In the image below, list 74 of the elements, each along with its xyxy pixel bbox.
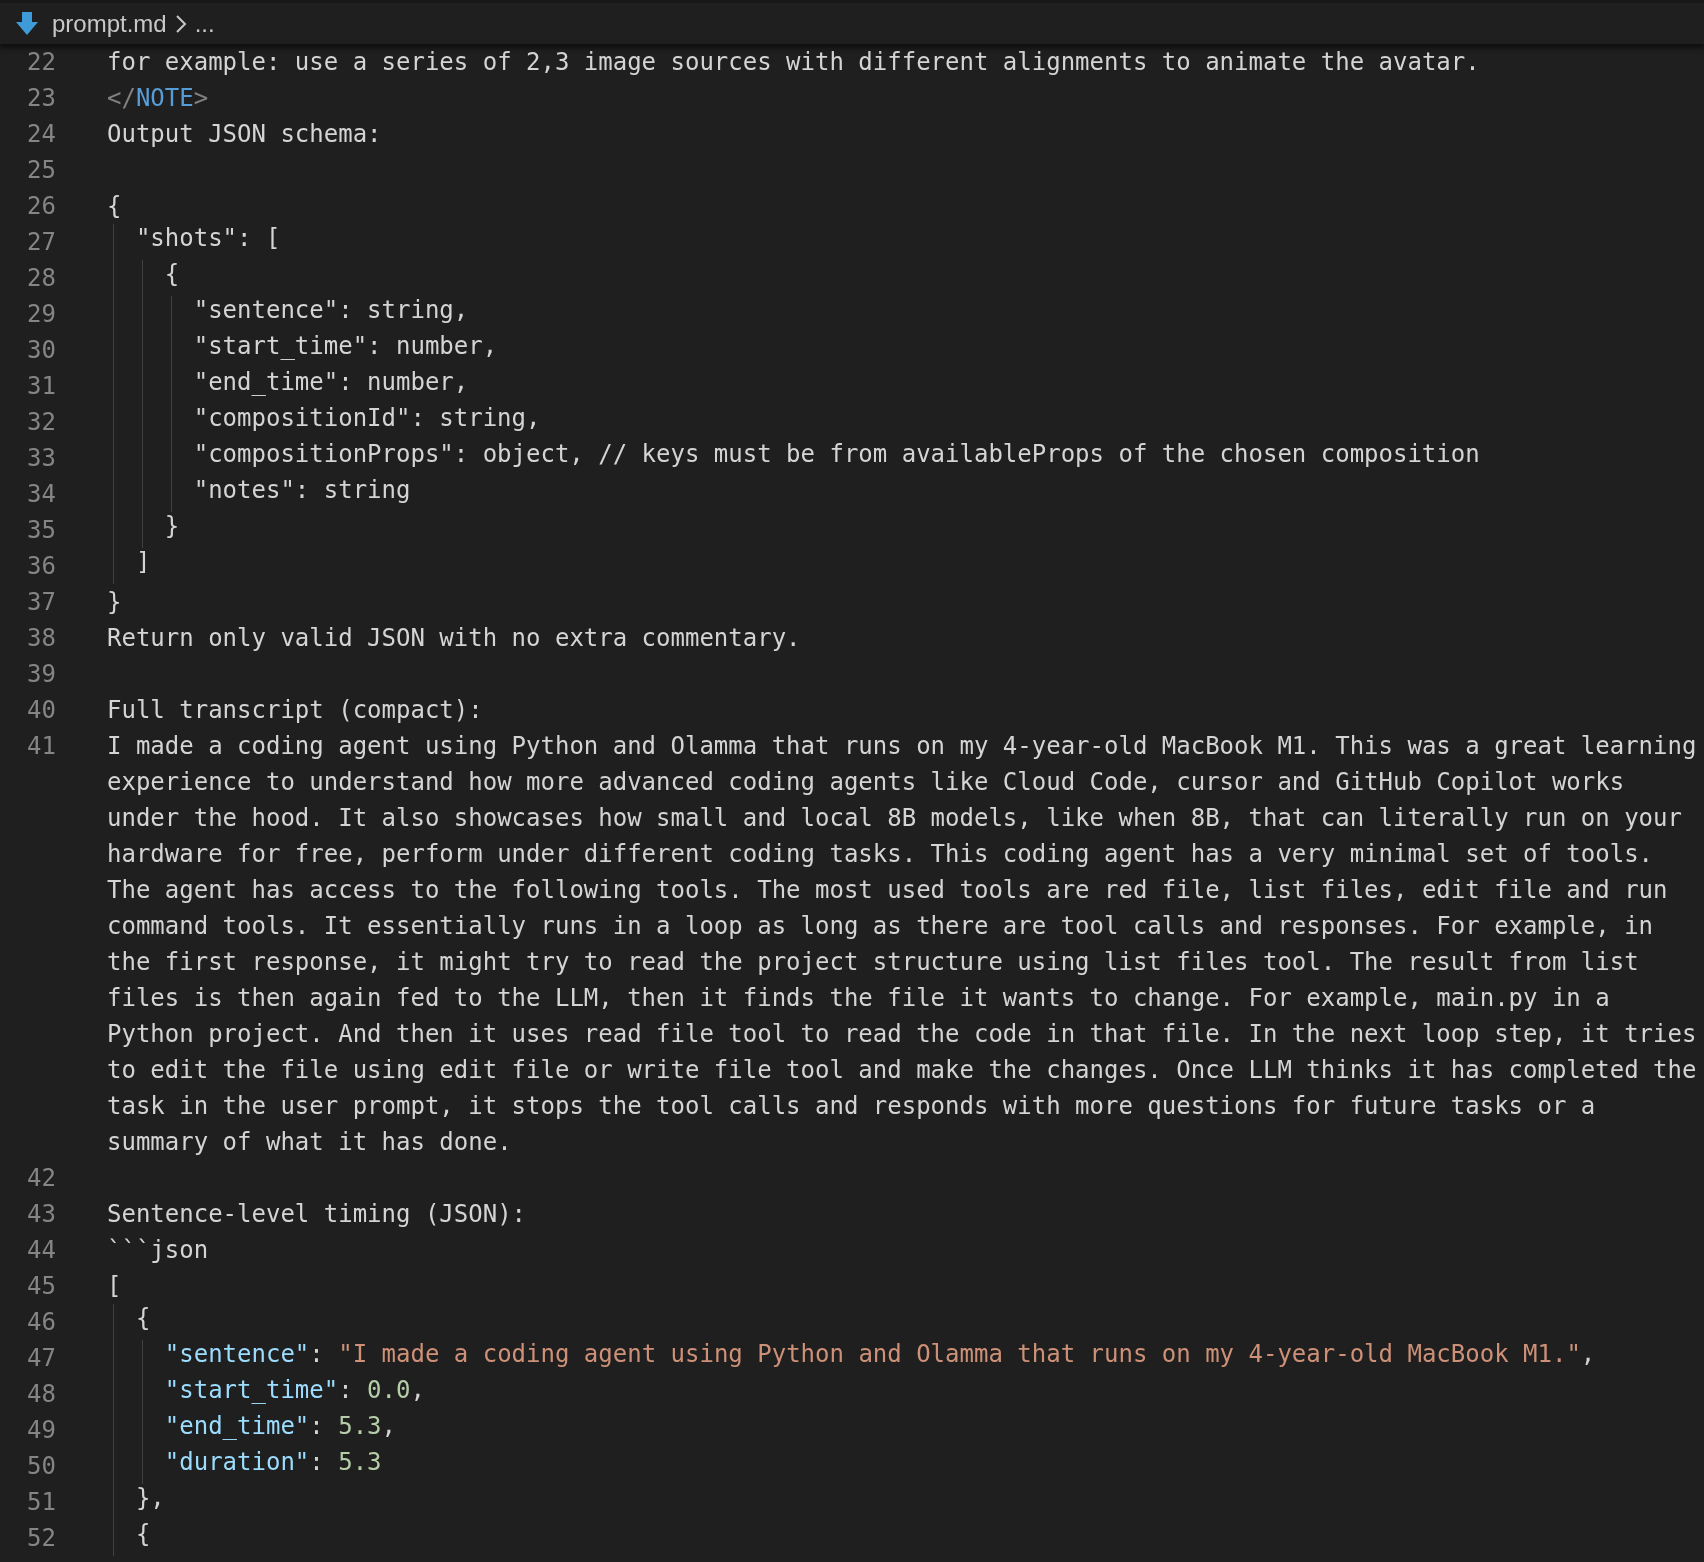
line-number: 26 xyxy=(26,192,56,220)
code-line: "sentence": "I made a coding agent using Python and Olamma that runs on my 4-year-old MacBook M1.", xyxy=(164,1340,1596,1370)
code-line: } xyxy=(164,512,180,542)
code-line: "compositionId": string, xyxy=(193,404,541,434)
code-line: Sentence-level timing (JSON): xyxy=(107,1200,527,1228)
code-line: I made a coding agent using Python and Olamma that runs on my 4-year-old MacBook M1. This was a great learning xyxy=(107,732,1697,760)
code-line: "end_time": number, xyxy=(193,368,469,398)
line-number: 27 xyxy=(26,228,56,256)
code-line: The agent has access to the following tools. The most used tools are red file, list files, edit file and run xyxy=(107,876,1668,904)
line-number: 51 xyxy=(26,1488,56,1516)
code-line: "duration": 5.3 xyxy=(164,1448,382,1478)
line-number: 31 xyxy=(26,372,56,400)
line-number: 45 xyxy=(26,1272,56,1300)
breadcrumb-more[interactable]: ... xyxy=(194,9,215,38)
line-number: 25 xyxy=(26,156,56,184)
code-line: { xyxy=(164,260,180,290)
line-number: 46 xyxy=(26,1308,56,1336)
line-number: 47 xyxy=(26,1344,56,1372)
code-line: "end_time": 5.3, xyxy=(164,1412,396,1442)
code-line: Full transcript (compact): xyxy=(107,696,483,724)
code-line: Python project. And then it uses read file tool to read the code in that file. In the next loop step, it tries xyxy=(107,1020,1697,1048)
chevron-right-icon xyxy=(174,13,187,34)
code-line: under the hood. It also showcases how small and local 8B models, like when 8B, that can literally run on your xyxy=(107,804,1682,832)
line-number: 43 xyxy=(26,1200,56,1228)
code-line: command tools. It essentially runs in a loop as long as there are tool calls and responses. For example, in xyxy=(107,912,1654,940)
code-line: "start_time": 0.0, xyxy=(164,1376,425,1406)
code-line: the first response, it might try to read the project structure using list files tool. The result from list xyxy=(107,948,1639,976)
code-line: for example: use a series of 2,3 image sources with different alignments to animate the avatar. xyxy=(107,48,1480,76)
line-number: 30 xyxy=(26,336,56,364)
code-line: hardware for free, perform under different coding tasks. This coding agent has a very minimal set of tools. xyxy=(107,840,1654,868)
line-number: 40 xyxy=(26,696,56,724)
line-number: 36 xyxy=(26,552,56,580)
code-line: ```json xyxy=(107,1236,209,1264)
line-number: 52 xyxy=(26,1524,56,1552)
code-line: "notes": string xyxy=(193,476,411,506)
line-number: 23 xyxy=(26,84,56,112)
code-line: [ xyxy=(107,1272,122,1300)
line-number: 42 xyxy=(26,1164,56,1192)
line-number: 39 xyxy=(26,660,56,688)
line-number: 44 xyxy=(26,1236,56,1264)
file-name[interactable]: prompt.md xyxy=(52,9,167,38)
code-line: Return only valid JSON with no extra commentary. xyxy=(107,624,801,652)
code-line: "sentence": string, xyxy=(193,296,469,326)
code-line: { xyxy=(135,1304,151,1334)
line-number: 22 xyxy=(26,48,56,76)
code-line: }, xyxy=(135,1484,165,1514)
code-line: ] xyxy=(135,548,151,578)
line-number: 32 xyxy=(26,408,56,436)
code-line: "start_time": number, xyxy=(193,332,498,362)
line-number: 33 xyxy=(26,444,56,472)
line-number: 34 xyxy=(26,480,56,508)
line-number: 48 xyxy=(26,1380,56,1408)
line-number: 35 xyxy=(26,516,56,544)
code-line: "compositionProps": object, // keys must be from availableProps of the chosen composition xyxy=(193,440,1480,470)
code-line: Output JSON schema: xyxy=(107,120,382,148)
line-number: 41 xyxy=(26,732,56,760)
line-number: 24 xyxy=(26,120,56,148)
code-line: experience to understand how more advanced coding agents like Cloud Code, cursor and GitHub Copilot works xyxy=(107,768,1625,796)
line-number: 28 xyxy=(26,264,56,292)
code-line: { xyxy=(135,1520,151,1550)
download-arrow-icon xyxy=(16,11,38,36)
code-line: { xyxy=(107,192,122,220)
code-line: </NOTE> xyxy=(107,84,209,112)
line-number: 50 xyxy=(26,1452,56,1480)
line-number: 49 xyxy=(26,1416,56,1444)
code-line: } xyxy=(107,588,122,616)
code-line: files is then again fed to the LLM, then it finds the file it wants to change. For example, main.py in a xyxy=(107,984,1610,1012)
code-line: task in the user prompt, it stops the tool calls and responds with more questions for future tasks or a xyxy=(107,1092,1596,1120)
line-number: 37 xyxy=(26,588,56,616)
code-line: summary of what it has done. xyxy=(107,1128,512,1156)
line-number: 29 xyxy=(26,300,56,328)
code-line: to edit the file using edit file or write file tool and make the changes. Once LLM thinks it has completed the xyxy=(107,1056,1697,1084)
code-line: "shots": [ xyxy=(135,224,281,254)
line-number: 38 xyxy=(26,624,56,652)
